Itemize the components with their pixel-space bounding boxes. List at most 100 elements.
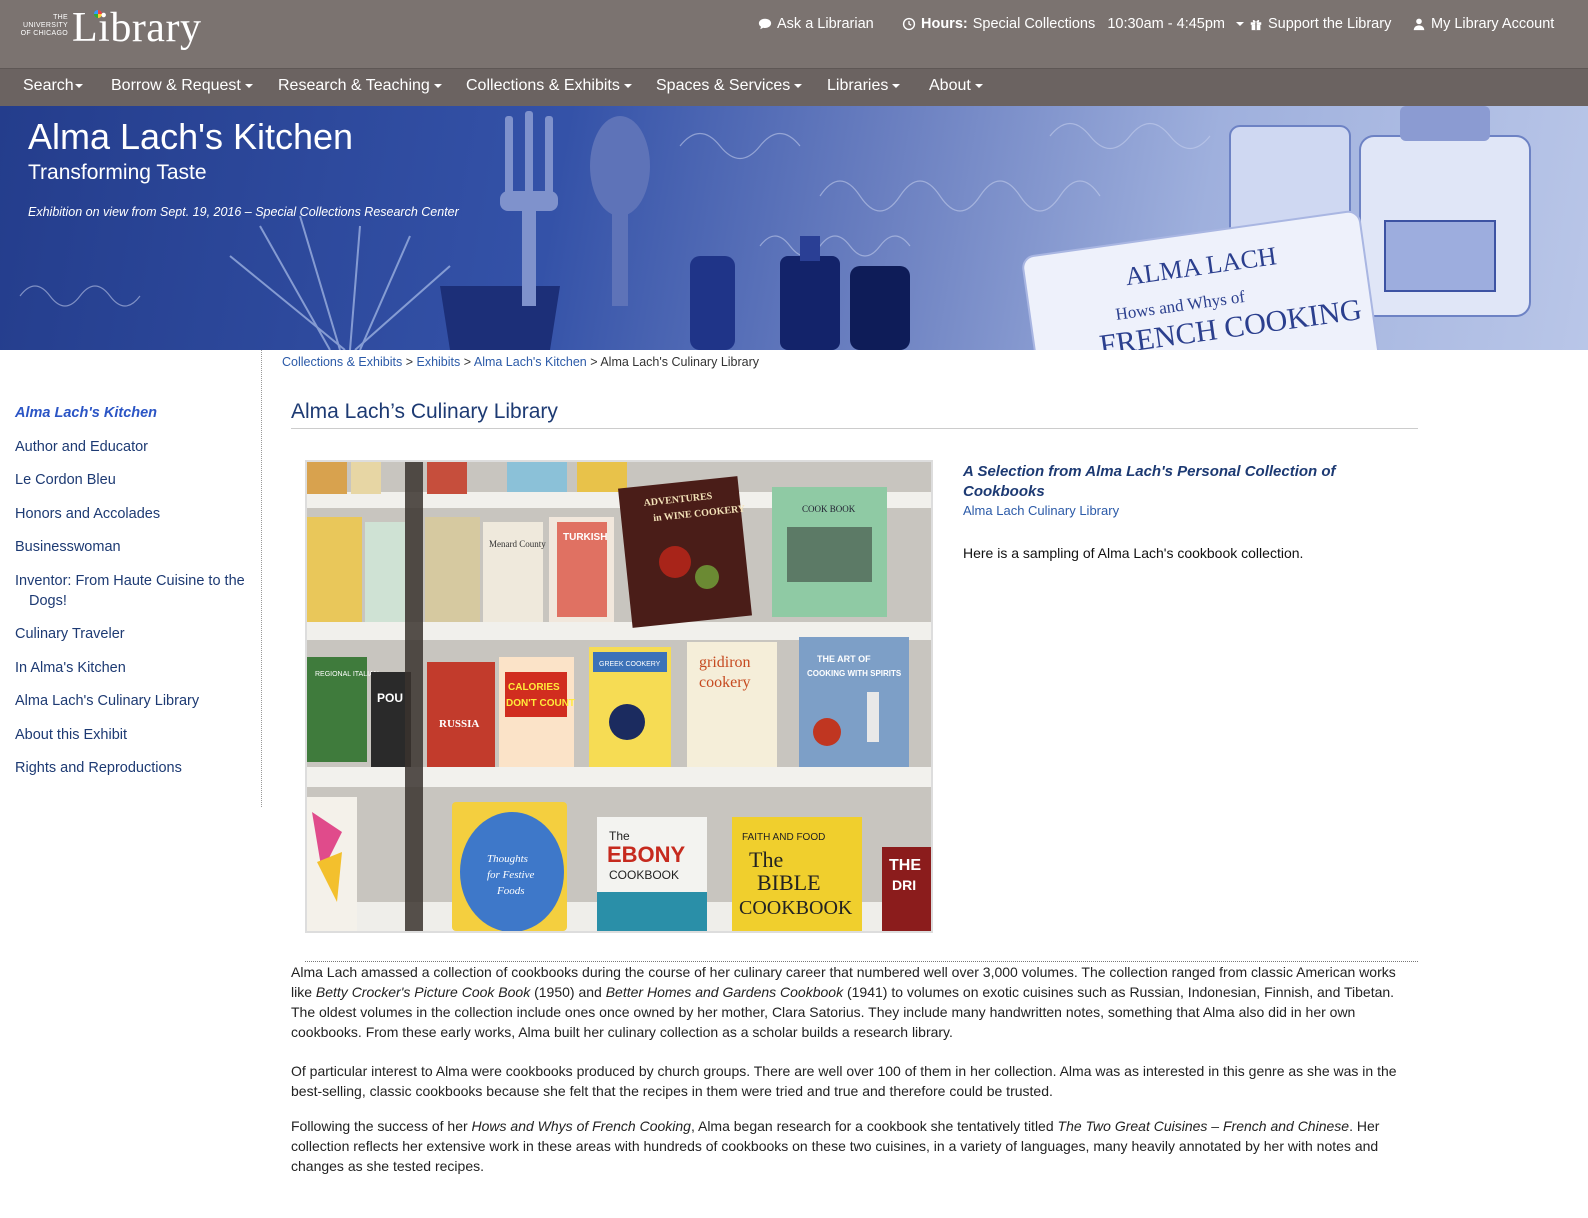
p1-book-title-betty-crocker: Betty Crocker's Picture Cook Book	[315, 984, 531, 1000]
svg-text:RUSSIA: RUSSIA	[439, 718, 479, 730]
svg-text:Foods: Foods	[496, 885, 525, 897]
sidebar-item-culinary-traveler[interactable]: Culinary Traveler	[15, 624, 250, 644]
paragraph-two-cuisines: Following the success of her Hows and Wh…	[291, 1116, 1411, 1176]
svg-text:The: The	[749, 847, 783, 872]
nav-collections-exhibits[interactable]: Collections & Exhibits	[466, 77, 632, 95]
svg-text:TURKISH: TURKISH	[563, 532, 607, 543]
logo-university-text: THE UNIVERSITY OF CHICAGO	[20, 14, 68, 37]
chat-bubble-icon	[758, 18, 772, 30]
svg-text:DON'T COUNT: DON'T COUNT	[506, 698, 575, 709]
cookbook-shelf-photo[interactable]: Menard County TURKISH ADVENTURES in WINE…	[305, 460, 933, 933]
breadcrumb-separator: >	[463, 355, 472, 369]
ask-librarian-link[interactable]: Ask a Librarian	[758, 16, 874, 32]
breadcrumb-separator: >	[405, 355, 413, 369]
chevron-down-icon	[974, 83, 983, 88]
exhibit-subtitle: Transforming Taste	[28, 161, 207, 184]
sidebar-item-culinary-library[interactable]: Alma Lach's Culinary Library	[15, 691, 250, 711]
nav-libraries-label: Libraries	[827, 77, 889, 94]
svg-text:CALORIES: CALORIES	[508, 682, 560, 693]
nav-spaces-label: Spaces & Services	[656, 77, 791, 94]
paragraph-church-cookbooks: Of particular interest to Alma were cook…	[291, 1063, 1397, 1099]
svg-text:COOKBOOK: COOKBOOK	[609, 868, 679, 882]
support-library-link[interactable]: Support the Library	[1249, 16, 1391, 32]
svg-text:The: The	[609, 829, 630, 843]
hours-value: Special Collections 10:30am - 4:45pm	[972, 16, 1226, 32]
breadcrumb-separator: >	[590, 355, 598, 369]
svg-text:REGIONAL ITALIAN: REGIONAL ITALIAN	[315, 671, 379, 678]
nav-about[interactable]: About	[929, 77, 983, 95]
svg-text:Menard County: Menard County	[489, 539, 546, 549]
svg-text:POU: POU	[377, 691, 403, 705]
chevron-down-icon	[433, 83, 442, 88]
chevron-down-icon	[244, 83, 253, 88]
support-library-label: Support the Library	[1268, 16, 1392, 32]
breadcrumb-exhibits[interactable]: Exhibits	[416, 355, 460, 369]
breadcrumb-collections-exhibits[interactable]: Collections & Exhibits	[282, 355, 402, 369]
p3-book-title-two-great-cuisines: The Two Great Cuisines – French and Chin…	[1057, 1118, 1350, 1134]
svg-text:GREEK COOKERY: GREEK COOKERY	[599, 661, 661, 668]
sidebar-item-about-exhibit[interactable]: About this Exhibit	[15, 725, 250, 745]
sidebar-item-author-educator[interactable]: Author and Educator	[15, 437, 250, 457]
svg-text:gridiron: gridiron	[699, 654, 751, 671]
nav-search[interactable]: Search	[23, 77, 83, 95]
hours-dropdown[interactable]: Hours: Special Collections 10:30am - 4:4…	[902, 16, 1245, 32]
chevron-down-icon	[892, 83, 901, 88]
sidebar-item-inventor[interactable]: Inventor: From Haute Cuisine to the Dogs…	[15, 571, 250, 611]
clock-icon	[902, 17, 916, 31]
nav-search-label: Search	[23, 77, 74, 94]
nav-research-label: Research & Teaching	[278, 77, 430, 94]
chevron-down-icon	[1236, 22, 1245, 26]
sidebar-item-in-almas-kitchen[interactable]: In Alma's Kitchen	[15, 658, 250, 678]
svg-text:cookery: cookery	[699, 674, 751, 691]
svg-text:EBONY: EBONY	[607, 842, 686, 867]
p3-book-title-hows-whys: Hows and Whys of French Cooking	[471, 1118, 691, 1134]
nav-borrow-label: Borrow & Request	[111, 77, 241, 94]
breadcrumb-alma-lachs-kitchen[interactable]: Alma Lach's Kitchen	[474, 355, 587, 369]
svg-text:COOKBOOK: COOKBOOK	[739, 897, 853, 919]
sidebar-item-alma-lachs-kitchen[interactable]: Alma Lach's Kitchen	[15, 403, 250, 423]
cookbook-shelf-image: Menard County TURKISH ADVENTURES in WINE…	[307, 462, 931, 931]
ask-librarian-label: Ask a Librarian	[777, 16, 874, 32]
my-account-link[interactable]: My Library Account	[1412, 16, 1554, 32]
svg-text:BIBLE: BIBLE	[757, 870, 821, 895]
p3-text-b: , Alma began research for a cookbook she…	[690, 1118, 1058, 1134]
sidebar-item-honors[interactable]: Honors and Accolades	[15, 504, 250, 524]
photo-caption-title: A Selection from Alma Lach's Personal Co…	[963, 463, 1336, 500]
svg-text:THE ART OF: THE ART OF	[817, 654, 871, 664]
chevron-down-icon	[794, 83, 803, 88]
nav-borrow-request[interactable]: Borrow & Request	[111, 77, 253, 95]
nav-about-label: About	[929, 77, 971, 94]
breadcrumb-current: Alma Lach's Culinary Library	[600, 355, 760, 369]
nav-spaces-services[interactable]: Spaces & Services	[656, 77, 803, 95]
chevron-down-icon	[623, 83, 632, 88]
main-nav: Search Borrow & Request Research & Teach…	[0, 68, 1588, 106]
nav-research-teaching[interactable]: Research & Teaching	[278, 77, 442, 95]
sidebar-item-businesswoman[interactable]: Businesswoman	[15, 537, 250, 557]
svg-text:FAITH AND FOOD: FAITH AND FOOD	[742, 832, 825, 843]
svg-text:for Festive: for Festive	[487, 869, 534, 881]
photo-caption-collection-link[interactable]: Alma Lach Culinary Library	[963, 503, 1119, 518]
breadcrumb: Collections & Exhibits > Exhibits > Alma…	[282, 355, 759, 369]
top-bar: THE UNIVERSITY OF CHICAGO Library Ask a …	[0, 0, 1588, 68]
paragraph-collection-overview: Alma Lach amassed a collection of cookbo…	[291, 962, 1411, 1042]
svg-text:DRI: DRI	[892, 877, 916, 893]
sidebar-item-le-cordon-bleu[interactable]: Le Cordon Bleu	[15, 470, 250, 490]
my-account-label: My Library Account	[1431, 16, 1555, 32]
hours-label: Hours:	[921, 16, 968, 32]
svg-text:Thoughts: Thoughts	[487, 853, 528, 865]
photo-caption-text: Here is a sampling of Alma Lach's cookbo…	[963, 545, 1304, 561]
gift-icon	[1250, 19, 1262, 31]
exhibit-banner: ALMA LACH Hows and Whys of FRENCH COOKIN…	[0, 106, 1588, 350]
p1-text-b: (1950) and	[530, 984, 606, 1000]
p3-text-a: Following the success of her	[291, 1118, 472, 1134]
svg-text:COOK BOOK: COOK BOOK	[802, 504, 856, 514]
title-divider	[291, 428, 1418, 429]
svg-text:COOKING WITH SPIRITS: COOKING WITH SPIRITS	[807, 669, 902, 678]
logo-wordmark: Library	[72, 5, 202, 51]
exhibit-dates: Exhibition on view from Sept. 19, 2016 –…	[28, 205, 459, 219]
sidebar-item-rights[interactable]: Rights and Reproductions	[15, 758, 250, 778]
nav-libraries[interactable]: Libraries	[827, 77, 901, 95]
library-logo[interactable]: THE UNIVERSITY OF CHICAGO Library	[20, 5, 201, 60]
chevron-down-icon	[74, 83, 83, 88]
exhibit-sidebar: Alma Lach's Kitchen Author and Educator …	[0, 350, 262, 807]
